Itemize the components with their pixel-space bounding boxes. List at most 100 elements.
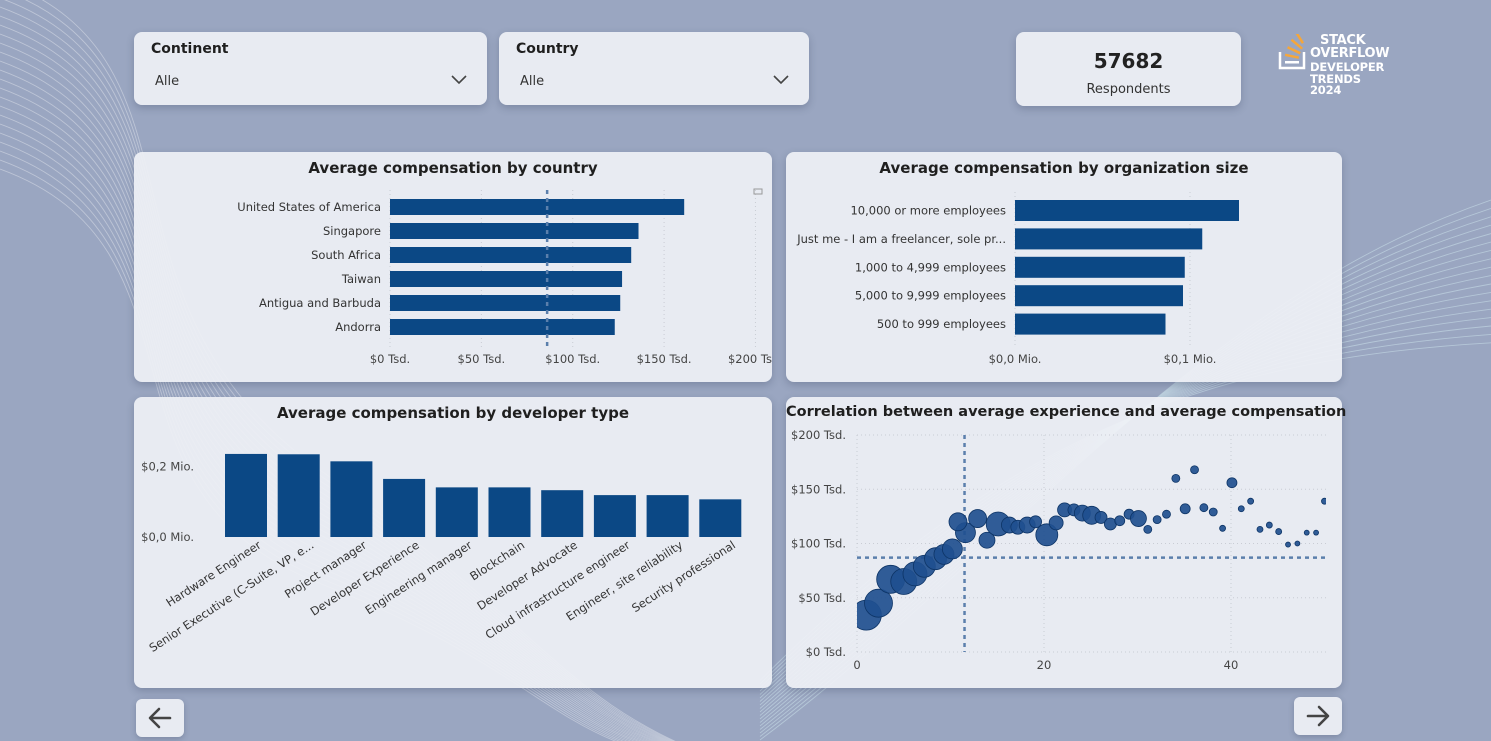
respondents-label: Respondents — [1086, 82, 1171, 97]
column-bar — [277, 454, 320, 537]
scatter-points — [857, 465, 1326, 631]
x-tick-label: $0,0 Mio. — [989, 352, 1042, 366]
scatter-point — [1256, 525, 1264, 533]
y-tick-label: $0,0 Mio. — [141, 530, 194, 544]
scatter-point — [1171, 474, 1181, 483]
org-size-bar-chart: $0,0 Mio. $0,1 Mio. 10,000 or more employe… — [796, 192, 1239, 366]
scatter-point — [1265, 521, 1273, 529]
column-bar — [593, 495, 636, 537]
scatter-point — [941, 538, 963, 560]
country-slicer-value[interactable]: Alle — [520, 74, 544, 89]
scroll-indicator — [753, 188, 763, 195]
country-bar-chart: $0 Tsd. $50 Tsd. $100 Tsd. $150 Tsd. $200 Ts… — [237, 188, 772, 366]
arrow-left-icon — [148, 707, 172, 729]
scatter-point — [1321, 497, 1326, 505]
category-label: 500 to 999 employees — [877, 317, 1006, 331]
continent-slicer[interactable]: Continent Alle — [134, 32, 487, 105]
scatter-point — [1219, 524, 1226, 532]
scatter-point — [1313, 529, 1319, 536]
scatter-point — [1294, 540, 1301, 547]
arrow-right-icon — [1306, 705, 1330, 727]
scatter-point — [948, 512, 968, 532]
bar — [1015, 256, 1185, 278]
country-chart-card: Average compensation by country $0 Tsd. $… — [134, 152, 772, 382]
chevron-down-icon[interactable] — [773, 75, 789, 85]
logo-line-2: OVERFLOW — [1310, 46, 1390, 61]
back-button[interactable] — [136, 699, 184, 737]
continent-slicer-value[interactable]: Alle — [155, 74, 179, 89]
scatter-point — [1199, 503, 1209, 513]
category-label: Taiwan — [341, 272, 381, 286]
country-slicer-label: Country — [516, 41, 579, 57]
y-tick-label: $50 Tsd. — [798, 591, 846, 605]
x-tick-label: $100 Tsd. — [545, 352, 600, 366]
bar — [390, 223, 639, 239]
bar — [1015, 285, 1183, 307]
category-label: United States of America — [237, 200, 381, 214]
y-tick-label: $100 Tsd. — [791, 537, 846, 551]
category-label: Singapore — [323, 224, 381, 238]
logo-text: STACK OVERFLOW DEVELOPER TRENDS 2024 — [1310, 34, 1390, 97]
devtype-column-chart: $0,0 Mio.$0,2 Mio.Hardware EngineerSenio… — [141, 453, 742, 655]
scatter-point — [1247, 497, 1255, 505]
category-label: 1,000 to 4,999 employees — [855, 260, 1006, 274]
category-label: Andorra — [335, 320, 381, 334]
chevron-down-icon[interactable] — [451, 75, 467, 85]
bar — [390, 199, 685, 215]
x-tick-label: $50 Tsd. — [458, 352, 506, 366]
experience-compensation-scatter: $0 Tsd. $50 Tsd. $100 Tsd. $150 Tsd. $200 Ts… — [791, 428, 1326, 672]
scatter-point — [1237, 505, 1245, 513]
scatter-point — [1143, 524, 1153, 534]
scatter-point — [1190, 465, 1199, 475]
bar — [1015, 200, 1239, 221]
y-tick-label: $0 Tsd. — [806, 645, 846, 659]
bar — [390, 295, 621, 311]
scatter-point — [1114, 515, 1126, 527]
column-bar — [435, 487, 478, 537]
bar — [1015, 228, 1203, 250]
scatter-point — [1162, 509, 1171, 519]
scatter-point — [1208, 507, 1218, 517]
correlation-chart-card: Correlation between average experience a… — [786, 397, 1346, 688]
logo-line-5: 2024 — [1310, 83, 1342, 97]
column-bar — [699, 499, 742, 537]
scatter-point — [1048, 515, 1064, 531]
category-label: Antigua and Barbuda — [259, 296, 381, 310]
y-tick-label: $200 Tsd. — [791, 428, 846, 442]
column-bar — [646, 495, 689, 537]
scatter-point — [1226, 477, 1238, 489]
y-tick-label: $150 Tsd. — [791, 482, 846, 496]
scatter-point — [1130, 510, 1147, 527]
y-tick-label: $0,2 Mio. — [141, 460, 194, 474]
stack-overflow-icon — [1278, 34, 1306, 70]
category-label: Just me - I am a freelancer, sole pr... — [796, 232, 1006, 246]
respondents-card: 57682 Respondents — [1016, 32, 1241, 106]
column-bar — [383, 478, 426, 537]
x-tick-label: $200 Tsd. — [728, 352, 772, 366]
org-size-chart-card: Average compensation by organization siz… — [786, 152, 1342, 382]
scatter-point — [1152, 515, 1162, 525]
scatter-point — [1179, 503, 1191, 515]
country-slicer[interactable]: Country Alle — [499, 32, 809, 105]
x-tick-label: $0,1 Mio. — [1164, 352, 1217, 366]
x-tick-label: $0 Tsd. — [370, 352, 410, 366]
bar — [390, 319, 615, 335]
scatter-point — [968, 509, 988, 528]
x-tick-label: 20 — [1037, 658, 1052, 672]
column-bar — [541, 490, 584, 537]
scatter-point — [1275, 528, 1283, 535]
next-button[interactable] — [1294, 697, 1342, 735]
continent-slicer-label: Continent — [151, 41, 229, 57]
bar — [1015, 313, 1166, 335]
devtype-chart-card: Average compensation by developer type $… — [134, 397, 772, 688]
column-bar — [488, 487, 531, 537]
x-tick-label: 40 — [1224, 658, 1239, 672]
respondents-count: 57682 — [1093, 49, 1164, 73]
category-label: South Africa — [311, 248, 381, 262]
column-bar — [225, 453, 267, 537]
column-bar — [330, 461, 373, 537]
category-label: 5,000 to 9,999 employees — [855, 289, 1006, 303]
x-tick-label: 0 — [853, 658, 860, 672]
scatter-point — [1285, 541, 1291, 548]
scatter-point — [1303, 529, 1310, 536]
